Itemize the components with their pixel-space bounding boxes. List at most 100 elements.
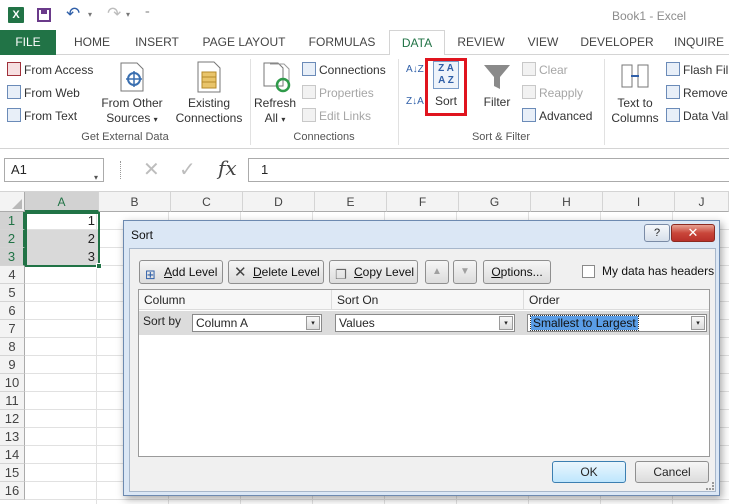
tab-review[interactable]: REVIEW	[452, 30, 510, 55]
cancel-icon[interactable]: ✕	[143, 157, 160, 182]
row-header[interactable]: 14	[0, 446, 25, 464]
tab-file[interactable]: FILE	[0, 30, 56, 55]
from-access-button[interactable]: From Access	[7, 62, 93, 77]
tab-view[interactable]: VIEW	[520, 30, 566, 55]
name-box[interactable]: A1 ▾	[4, 158, 104, 182]
row-header[interactable]: 8	[0, 338, 25, 356]
ok-button[interactable]: OK	[552, 461, 626, 483]
undo-dropdown-icon[interactable]: ▾	[88, 10, 92, 19]
edit-links-button[interactable]: Edit Links	[302, 108, 371, 123]
row-header[interactable]: 13	[0, 428, 25, 446]
tab-insert[interactable]: INSERT	[128, 30, 186, 55]
from-text-button[interactable]: From Text	[7, 108, 77, 123]
formula-input[interactable]: 1	[248, 158, 729, 182]
tab-inquire[interactable]: INQUIRE	[668, 30, 729, 55]
move-down-button[interactable]: ▼	[453, 260, 477, 284]
cell-a3[interactable]: 3	[25, 248, 98, 266]
column-header[interactable]: I	[603, 192, 675, 212]
resize-grip[interactable]	[706, 482, 714, 490]
row-header[interactable]: 3	[0, 248, 25, 266]
cancel-button[interactable]: Cancel	[635, 461, 709, 483]
copy-level-button[interactable]: ❐ Copy Level	[329, 260, 418, 284]
enter-icon[interactable]: ✓	[179, 157, 196, 182]
data-source-icon	[120, 62, 144, 92]
column-header[interactable]: A	[25, 192, 99, 212]
tab-data[interactable]: DATA	[389, 30, 445, 56]
tab-developer[interactable]: DEVELOPER	[576, 30, 658, 55]
column-header[interactable]: C	[171, 192, 243, 212]
row-header[interactable]: 16	[0, 482, 25, 500]
redo-dropdown-icon[interactable]: ▾	[126, 10, 130, 19]
row-header[interactable]: 6	[0, 302, 25, 320]
connections-button[interactable]: Connections	[302, 62, 386, 77]
advanced-button[interactable]: Advanced	[522, 108, 592, 123]
close-button[interactable]: ✕	[671, 224, 715, 242]
existing-connections-button[interactable]: Existing Connections	[172, 96, 246, 126]
options-button[interactable]: Options...	[483, 260, 551, 284]
row-header[interactable]: 1	[0, 212, 25, 230]
select-all-corner[interactable]	[0, 192, 25, 212]
clear-filter-icon	[522, 62, 536, 76]
excel-logo-icon[interactable]: X	[8, 7, 24, 23]
move-up-button[interactable]: ▲	[425, 260, 449, 284]
row-header[interactable]: 7	[0, 320, 25, 338]
data-validation-button[interactable]: Data Vali	[666, 108, 729, 123]
flash-fill-button[interactable]: Flash Fill	[666, 62, 729, 77]
text-to-columns-button[interactable]: Text to Columns	[608, 96, 662, 126]
tab-home[interactable]: HOME	[66, 30, 118, 55]
chevron-down-icon[interactable]: ▾	[691, 316, 705, 330]
properties-button[interactable]: Properties	[302, 85, 374, 100]
from-other-sources-button[interactable]: From Other Sources ▾	[96, 96, 168, 127]
column-header[interactable]: B	[99, 192, 171, 212]
redo-icon[interactable]: ↷	[107, 4, 121, 24]
chevron-down-icon[interactable]: ▾	[94, 167, 98, 189]
column-header[interactable]: J	[675, 192, 729, 212]
row-header[interactable]: 11	[0, 392, 25, 410]
column-select[interactable]: Column A ▾	[192, 314, 322, 332]
row-header[interactable]: 4	[0, 266, 25, 284]
row-header[interactable]: 12	[0, 410, 25, 428]
edit-links-icon	[302, 108, 316, 122]
remove-duplicates-button[interactable]: Remove	[666, 85, 728, 100]
filter-button[interactable]: Filter	[479, 95, 515, 110]
save-icon[interactable]	[37, 8, 51, 22]
advanced-filter-icon	[522, 108, 536, 122]
order-select[interactable]: Smallest to Largest ▾	[527, 314, 707, 332]
chevron-down-icon[interactable]: ▾	[306, 316, 320, 330]
my-data-has-headers-checkbox[interactable]	[582, 265, 595, 278]
sort-a-to-z-button[interactable]: A↓Z	[406, 65, 424, 75]
row-header[interactable]: 2	[0, 230, 25, 248]
cell-a2[interactable]: 2	[25, 230, 98, 248]
add-level-button[interactable]: ⊞ Add Level	[139, 260, 223, 284]
column-header[interactable]: H	[531, 192, 603, 212]
insert-function-icon[interactable]: fx	[218, 156, 237, 180]
dialog-body: ⊞ Add Level ✕ Delete Level ❐ Copy Level …	[129, 248, 716, 492]
refresh-all-button[interactable]: Refresh All ▾	[252, 96, 298, 127]
tab-formulas[interactable]: FORMULAS	[302, 30, 382, 55]
from-web-button[interactable]: From Web	[7, 85, 80, 100]
tab-page-layout[interactable]: PAGE LAYOUT	[197, 30, 291, 55]
customize-quick-access-icon[interactable]: ⁼	[145, 9, 150, 20]
row-header[interactable]: 9	[0, 356, 25, 374]
sort-z-to-a-button[interactable]: Z↓A	[406, 97, 424, 107]
column-header[interactable]: G	[459, 192, 531, 212]
clear-button[interactable]: Clear	[522, 62, 568, 77]
sort-level-row[interactable]: Sort by Column A ▾ Values ▾ Smallest to …	[139, 311, 709, 335]
column-header[interactable]: F	[387, 192, 459, 212]
row-header[interactable]: 5	[0, 284, 25, 302]
fill-handle[interactable]	[96, 263, 102, 269]
undo-icon[interactable]: ↶	[66, 4, 80, 24]
my-data-has-headers-label[interactable]: My data has headers	[602, 264, 714, 278]
row-header[interactable]: 15	[0, 464, 25, 482]
row-header[interactable]: 10	[0, 374, 25, 392]
delete-level-button[interactable]: ✕ Delete Level	[228, 260, 324, 284]
column-header[interactable]: D	[243, 192, 315, 212]
sort-on-select[interactable]: Values ▾	[335, 314, 515, 332]
help-button[interactable]: ?	[644, 224, 670, 242]
cell-a1[interactable]: 1	[25, 212, 98, 230]
reapply-button[interactable]: Reapply	[522, 85, 583, 100]
column-header[interactable]: E	[315, 192, 387, 212]
chevron-down-icon[interactable]: ▾	[499, 316, 513, 330]
text-to-columns-icon	[621, 64, 649, 88]
existing-connections-icon	[197, 61, 221, 93]
